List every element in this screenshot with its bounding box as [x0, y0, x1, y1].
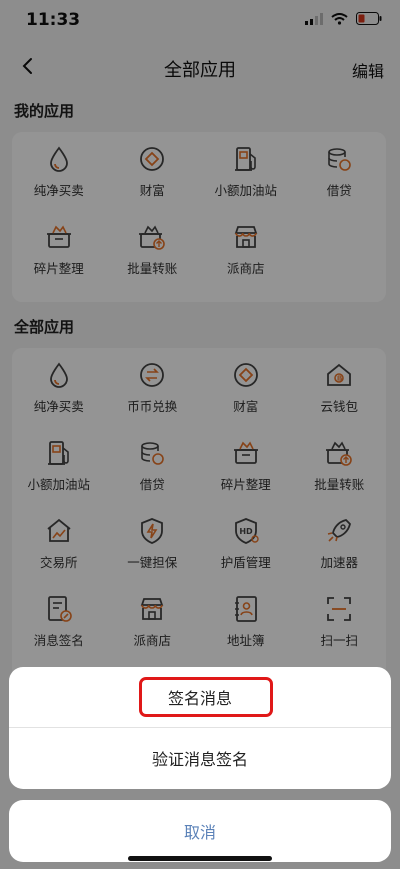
verify-signature-option[interactable]: 验证消息签名 — [9, 728, 391, 788]
home-indicator — [128, 856, 272, 861]
cancel-sheet: 取消 — [9, 800, 391, 862]
highlight-box — [139, 677, 273, 717]
cancel-button[interactable]: 取消 — [9, 800, 391, 862]
